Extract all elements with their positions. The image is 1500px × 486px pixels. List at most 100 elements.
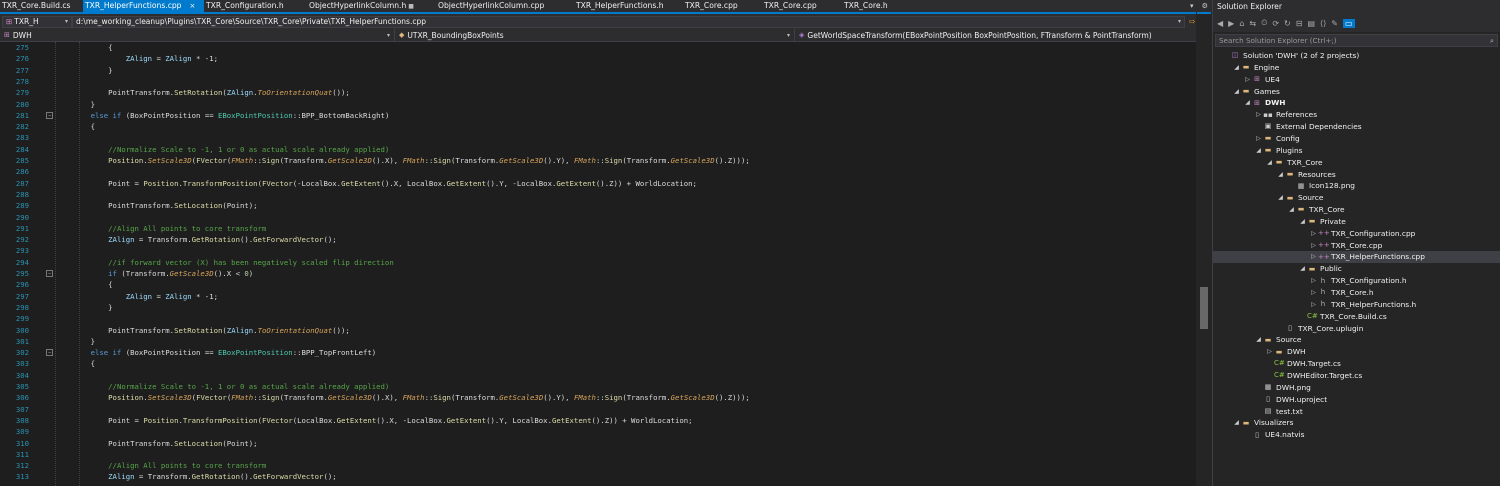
properties-wrench-icon[interactable]: ✎ <box>1331 19 1338 28</box>
code-line[interactable]: 285 Position.SetScale3D(FVector(FMath::S… <box>0 155 1196 166</box>
tree-node[interactable]: ▷ ++ TXR_Configuration.cpp <box>1213 228 1415 240</box>
document-tab[interactable]: TXR_Core.cpp <box>762 0 842 12</box>
editor-vertical-scrollbar[interactable] <box>1196 12 1212 486</box>
tree-node[interactable]: ▦ DWH.png <box>1213 382 1311 394</box>
code-line[interactable]: 281 − else if (BoxPointPosition == EBoxPo… <box>0 110 1196 121</box>
code-line[interactable]: 303 { <box>0 358 1196 369</box>
code-line[interactable]: 300 PointTransform.SetRotation(ZAlign.To… <box>0 325 1196 336</box>
scope-combo[interactable]: ⊞ TXR_H ▾ <box>2 15 72 28</box>
tree-node[interactable]: ◢ ▬ Source <box>1213 192 1323 204</box>
tree-node[interactable]: ◢ ▬ Source <box>1213 334 1301 346</box>
tree-node[interactable]: ◢ ▬ Plugins <box>1213 145 1302 157</box>
expanded-arrow-icon[interactable]: ◢ <box>1232 86 1241 98</box>
expanded-arrow-icon[interactable]: ◢ <box>1254 334 1263 346</box>
tree-node[interactable]: ▷ ▬ DWH <box>1213 346 1305 358</box>
tree-node[interactable]: ▣ External Dependencies <box>1213 121 1362 133</box>
tree-node[interactable]: ◢ ▬ TXR_Core <box>1213 204 1344 216</box>
tree-node[interactable]: ◢ ▬ Resources <box>1213 169 1336 181</box>
tree-node[interactable]: C# DWH.Target.cs <box>1213 358 1341 370</box>
collapsed-arrow-icon[interactable]: ▷ <box>1254 133 1263 145</box>
code-line[interactable]: 296 { <box>0 279 1196 290</box>
expanded-arrow-icon[interactable]: ◢ <box>1276 192 1285 204</box>
tree-node[interactable]: ◢ ▬ Engine <box>1213 62 1279 74</box>
expanded-arrow-icon[interactable]: ◢ <box>1298 216 1307 228</box>
document-tab[interactable]: TXR_HelperFunctions.cpp × <box>83 0 204 12</box>
code-line[interactable]: 306 Position.SetScale3D(FVector(FMath::S… <box>0 392 1196 403</box>
code-line[interactable]: 304 <box>0 370 1196 381</box>
tree-node[interactable]: ▷ h TXR_Configuration.h <box>1213 275 1406 287</box>
collapse-region-icon[interactable]: − <box>46 270 53 277</box>
tree-node[interactable]: ▷ ▬ Config <box>1213 133 1300 145</box>
code-line[interactable]: 278 <box>0 76 1196 87</box>
code-line[interactable]: 311 <box>0 449 1196 460</box>
member-nav-combo[interactable]: ◈ GetWorldSpaceTransform(EBoxPointPositi… <box>795 29 1212 41</box>
settings-gear-icon[interactable]: ⚙ <box>1202 2 1208 10</box>
collapsed-arrow-icon[interactable]: ▷ <box>1265 346 1274 358</box>
code-line[interactable]: 287 Point = Position.TransformPosition(F… <box>0 178 1196 189</box>
code-line[interactable]: 297 ZAlign = ZAlign * -1; <box>0 291 1196 302</box>
code-line[interactable]: 279 PointTransform.SetRotation(ZAlign.To… <box>0 87 1196 98</box>
tree-node[interactable]: ▯ UE4.natvis <box>1213 429 1304 441</box>
code-line[interactable]: 276 ZAlign = ZAlign * -1; <box>0 53 1196 64</box>
tree-node[interactable]: ◢ ▬ Public <box>1213 263 1342 275</box>
code-line[interactable]: 312 //Align All points to core transform <box>0 460 1196 471</box>
switch-views-icon[interactable]: ⇆ <box>1249 19 1256 28</box>
code-line[interactable]: 299 <box>0 313 1196 324</box>
tree-node[interactable]: ▷ ++ TXR_HelperFunctions.cpp <box>1213 251 1500 264</box>
collapsed-arrow-icon[interactable]: ▷ <box>1254 109 1263 121</box>
tree-node[interactable]: C# TXR_Core.Build.cs <box>1213 311 1387 323</box>
code-line[interactable]: 275 { <box>0 42 1196 53</box>
tree-node[interactable]: ◢ ⊞ DWH <box>1213 97 1285 109</box>
tree-node[interactable]: ▤ test.txt <box>1213 406 1303 418</box>
tree-node[interactable]: ▷ ▪▪ References <box>1213 109 1317 121</box>
tab-overflow-icon[interactable]: ▾ <box>1190 2 1194 10</box>
close-icon[interactable]: × <box>190 2 196 10</box>
collapse-region-icon[interactable]: − <box>46 349 53 357</box>
tree-node[interactable]: C# DWHEditor.Target.cs <box>1213 370 1362 382</box>
code-line[interactable]: 308 Point = Position.TransformPosition(F… <box>0 415 1196 426</box>
collapsed-arrow-icon[interactable]: ▷ <box>1309 251 1318 263</box>
code-line[interactable]: 307 <box>0 404 1196 415</box>
code-line[interactable]: 288 <box>0 189 1196 200</box>
tree-node[interactable]: ◢ ▬ Visualizers <box>1213 417 1293 429</box>
document-tab[interactable]: TXR_Core.Build.cs <box>0 0 83 12</box>
sync-icon[interactable]: ⟳ <box>1272 19 1279 28</box>
pending-changes-icon[interactable]: ⏲ <box>1261 18 1267 28</box>
refresh-icon[interactable]: ↻ <box>1284 19 1291 28</box>
code-editor[interactable]: 275 {276 ZAlign = ZAlign * -1; 277 } 278 27… <box>0 42 1196 486</box>
code-line[interactable]: 298 } <box>0 302 1196 313</box>
code-line[interactable]: 284 //Normalize Scale to -1, 1 or 0 as a… <box>0 144 1196 155</box>
document-tab[interactable]: ObjectHyperlinkColumn.cpp <box>436 0 574 12</box>
collapsed-arrow-icon[interactable]: ▷ <box>1309 299 1318 311</box>
expanded-arrow-icon[interactable]: ◢ <box>1298 263 1307 275</box>
file-path-combo[interactable]: d:\me_working_cleanup\Plugins\TXR_Core\S… <box>72 15 1185 28</box>
code-line[interactable]: 289 PointTransform.SetLocation(Point); <box>0 200 1196 211</box>
expanded-arrow-icon[interactable]: ◢ <box>1265 157 1274 169</box>
collapsed-arrow-icon[interactable]: ▷ <box>1309 287 1318 299</box>
solution-explorer-search[interactable]: Search Solution Explorer (Ctrl+;) ⌕ <box>1215 34 1498 47</box>
project-nav-combo[interactable]: ⊞ DWH ▾ <box>0 29 395 41</box>
code-line[interactable]: 283 <box>0 132 1196 143</box>
expanded-arrow-icon[interactable]: ◢ <box>1254 145 1263 157</box>
scope-nav-combo[interactable]: ◆ UTXR_BoundingBoxPoints ▾ <box>395 29 795 41</box>
tree-node[interactable]: ◢ ▬ TXR_Core <box>1213 157 1322 169</box>
code-line[interactable]: 294 //if forward vector (X) has been neg… <box>0 257 1196 268</box>
tree-node[interactable]: ▷ h TXR_Core.h <box>1213 287 1373 299</box>
code-line[interactable]: 295 − if (Transform.GetScale3D().X < 0) <box>0 268 1196 279</box>
tree-node[interactable]: ◫ Solution 'DWH' (2 of 2 projects) <box>1213 50 1360 62</box>
expanded-arrow-icon[interactable]: ◢ <box>1276 169 1285 181</box>
tree-node[interactable]: ▯ DWH.uproject <box>1213 394 1327 406</box>
code-line[interactable]: 277 } <box>0 65 1196 76</box>
home-icon[interactable]: ⌂ <box>1239 19 1244 28</box>
code-line[interactable]: 293 <box>0 245 1196 256</box>
expanded-arrow-icon[interactable]: ◢ <box>1232 62 1241 74</box>
collapsed-arrow-icon[interactable]: ▷ <box>1243 74 1252 86</box>
preview-selected-icon[interactable]: ▭ <box>1342 18 1355 28</box>
code-line[interactable]: 286 <box>0 166 1196 177</box>
code-line[interactable]: 280 } <box>0 99 1196 110</box>
view-code-icon[interactable]: ⟨⟩ <box>1320 19 1326 28</box>
code-line[interactable]: 290 <box>0 212 1196 223</box>
scrollbar-thumb[interactable] <box>1200 287 1208 329</box>
code-line[interactable]: 313 ZAlign = Transform.GetRotation().Get… <box>0 471 1196 482</box>
tree-node[interactable]: ▷ h TXR_HelperFunctions.h <box>1213 299 1416 311</box>
